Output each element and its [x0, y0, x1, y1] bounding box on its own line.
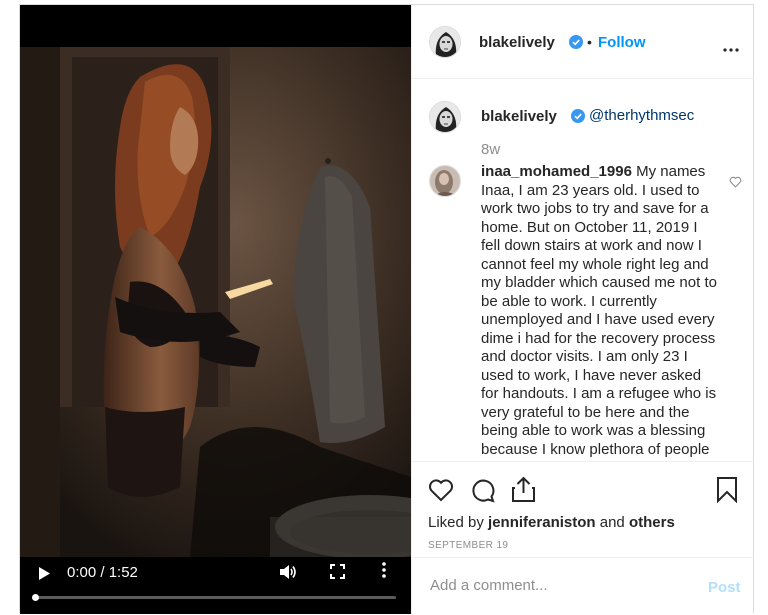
add-comment-bar: Post — [412, 557, 754, 615]
post-actions: Liked by jenniferaniston and others SEPT… — [412, 461, 754, 558]
video-time: 0:00 / 1:52 — [67, 564, 138, 581]
comments-section: blakelively @therhythmsec 8w inaa_mohame… — [412, 79, 754, 461]
post-header: blakelively • Follow — [412, 5, 754, 79]
caption-age: 8w — [481, 141, 501, 158]
share-icon[interactable] — [511, 476, 536, 508]
header-separator: • — [587, 34, 592, 50]
verified-badge-icon — [569, 35, 583, 54]
fullscreen-icon[interactable] — [330, 564, 345, 584]
likes-others-link[interactable]: others — [629, 514, 675, 531]
comment-bubble-icon[interactable] — [470, 478, 495, 508]
video-more-icon[interactable] — [382, 562, 386, 583]
author-avatar[interactable] — [429, 26, 461, 58]
heart-icon[interactable] — [428, 478, 454, 507]
post-side-panel: blakelively • Follow blakelively @therhy… — [411, 5, 754, 614]
post-date: SEPTEMBER 19 — [428, 540, 509, 551]
commenter-username[interactable]: inaa_mohamed_1996 — [481, 163, 632, 180]
comment-like-heart-icon[interactable] — [729, 175, 742, 193]
likes-summary: Liked by jenniferaniston and others — [428, 514, 675, 531]
likes-user-link[interactable]: jenniferaniston — [488, 514, 596, 531]
post-video[interactable]: 0:00 / 1:52 — [20, 5, 411, 614]
video-controls: 0:00 / 1:52 — [20, 553, 411, 614]
caption-username[interactable]: blakelively — [481, 108, 557, 125]
commenter-avatar[interactable] — [429, 165, 461, 197]
comment-body: inaa_mohamed_1996 My names Inaa, I am 23… — [481, 163, 717, 461]
more-options-icon[interactable] — [723, 39, 739, 57]
volume-icon[interactable] — [279, 564, 297, 585]
follow-button[interactable]: Follow — [598, 34, 646, 51]
play-icon[interactable] — [38, 567, 50, 585]
video-frame — [20, 47, 411, 557]
video-progress-bar[interactable] — [32, 594, 396, 601]
instagram-post: 0:00 / 1:52 blakelively • Follow blakeli… — [19, 4, 754, 614]
caption-mention-link[interactable]: @therhythmsec — [589, 107, 694, 124]
video-progress-knob[interactable] — [32, 594, 39, 601]
comment-text: My names Inaa, I am 23 years old. I used… — [481, 163, 717, 461]
post-comment-button[interactable]: Post — [708, 579, 741, 596]
likes-prefix: Liked by — [428, 514, 484, 531]
author-username[interactable]: blakelively — [479, 34, 555, 51]
caption-author-avatar[interactable] — [429, 101, 461, 133]
comment-input[interactable] — [428, 576, 682, 595]
bookmark-icon[interactable] — [716, 476, 738, 508]
likes-conjunction: and — [599, 514, 625, 531]
caption-verified-badge-icon — [571, 109, 585, 128]
